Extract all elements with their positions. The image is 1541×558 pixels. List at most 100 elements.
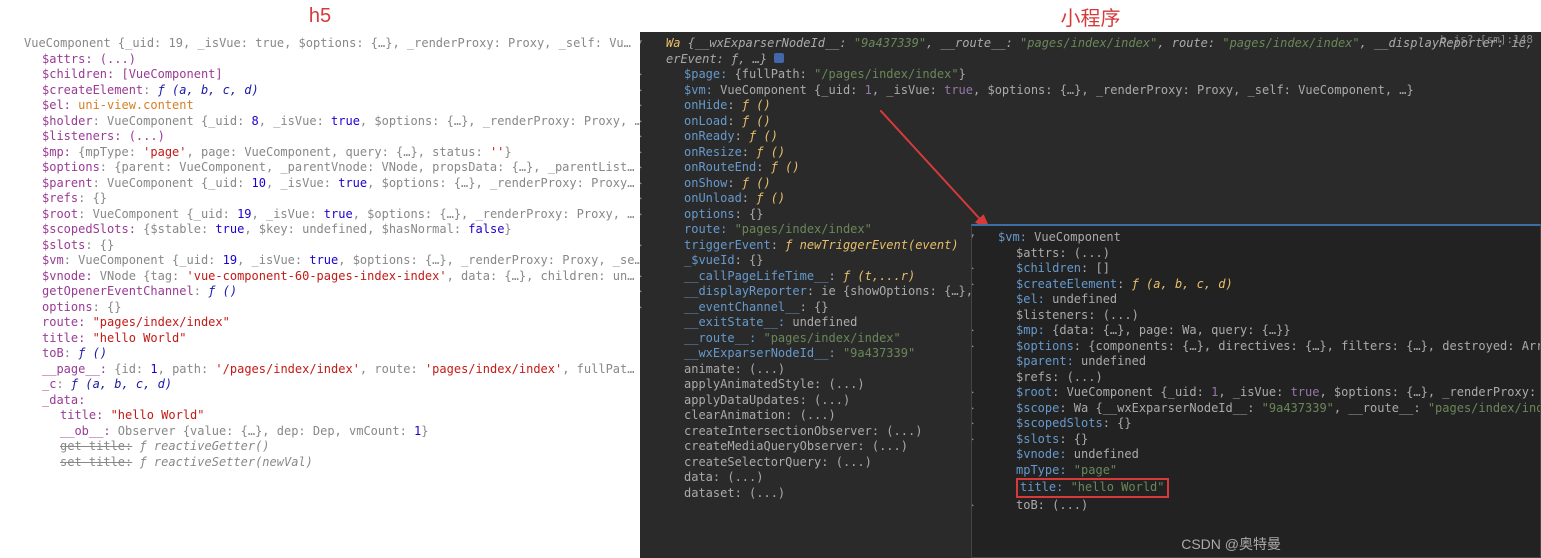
chevron-right-icon[interactable] bbox=[640, 269, 642, 285]
chevron-down-icon[interactable] bbox=[640, 36, 642, 52]
row-options2[interactable]: options: {} bbox=[6, 300, 634, 316]
chevron-right-icon[interactable] bbox=[640, 300, 642, 316]
s-scope[interactable]: $scope: Wa {__wxExparserNodeId__: "9a437… bbox=[980, 401, 1532, 417]
chevron-right-icon[interactable] bbox=[971, 432, 974, 448]
row-data-title[interactable]: title: "hello World" bbox=[6, 408, 634, 424]
row-slots[interactable]: $slots: {} bbox=[6, 238, 634, 254]
chevron-right-icon[interactable] bbox=[640, 160, 642, 176]
s-attrs-label: $attrs: (...) bbox=[1016, 246, 1110, 260]
s-mptype[interactable]: mpType: "page" bbox=[980, 463, 1532, 479]
row-options[interactable]: $options: {parent: VueComponent, _parent… bbox=[6, 160, 634, 176]
row-opener[interactable]: getOpenerEventChannel: ƒ () bbox=[6, 284, 634, 300]
row-tob[interactable]: toB: ƒ () bbox=[6, 346, 634, 362]
data-title-label: title: bbox=[60, 408, 103, 422]
chevron-right-icon[interactable] bbox=[971, 498, 974, 514]
title-label: title: bbox=[42, 331, 85, 345]
s-title-val: "hello World" bbox=[1063, 480, 1164, 494]
chevron-right-icon[interactable] bbox=[640, 129, 642, 145]
row-holder[interactable]: $holder: VueComponent {_uid: 8, _isVue: … bbox=[6, 114, 634, 130]
row-data[interactable]: _data: bbox=[6, 393, 634, 409]
row-c[interactable]: _c: ƒ (a, b, c, d) bbox=[6, 377, 634, 393]
chevron-right-icon[interactable] bbox=[971, 323, 974, 339]
row-title[interactable]: title: "hello World" bbox=[6, 331, 634, 347]
s-parent[interactable]: $parent: undefined bbox=[980, 354, 1532, 370]
row-create[interactable]: $createElement: ƒ (a, b, c, d) bbox=[6, 83, 634, 99]
s-mp[interactable]: $mp: {data: {…}, page: Wa, query: {…}} bbox=[980, 323, 1532, 339]
s-vnode-label: $vnode: bbox=[1016, 447, 1067, 461]
r-vm[interactable]: $vm: VueComponent {_uid: 1, _isVue: true… bbox=[648, 83, 1533, 99]
r-onload[interactable]: onLoad: ƒ () bbox=[648, 114, 1533, 130]
row-page[interactable]: __page__: {id: 1, path: '/pages/index/in… bbox=[6, 362, 634, 378]
chevron-right-icon[interactable] bbox=[640, 145, 642, 161]
s-create[interactable]: $createElement: ƒ (a, b, c, d) bbox=[980, 277, 1532, 293]
r-onunload[interactable]: onUnload: ƒ () bbox=[648, 191, 1533, 207]
s-el-label: $el: bbox=[1016, 292, 1045, 306]
r-dataset-label: dataset: (...) bbox=[684, 486, 785, 500]
chevron-right-icon[interactable] bbox=[971, 385, 974, 401]
s-children[interactable]: $children: [] bbox=[980, 261, 1532, 277]
r-wxnode-val: "9a437339" bbox=[836, 346, 915, 360]
s-mptype-label: mpType: bbox=[1016, 463, 1067, 477]
s-root[interactable]: $vm: VueComponent bbox=[980, 230, 1532, 246]
chevron-right-icon[interactable] bbox=[971, 416, 974, 432]
r-page[interactable]: $page: {fullPath: "/pages/index/index"} bbox=[648, 67, 1533, 83]
r-root[interactable]: Wa {__wxExparserNodeId__: "9a437339", __… bbox=[648, 36, 1533, 52]
row-set-title[interactable]: set title: ƒ reactiveSetter(newVal) bbox=[6, 455, 634, 471]
row-attrs[interactable]: $attrs: (...) bbox=[6, 52, 634, 68]
s-title[interactable]: title: "hello World" bbox=[980, 478, 1532, 498]
s-vnode[interactable]: $vnode: undefined bbox=[980, 447, 1532, 463]
chevron-right-icon[interactable] bbox=[640, 284, 642, 300]
s-refs-label: $refs: (...) bbox=[1016, 370, 1103, 384]
chevron-right-icon[interactable] bbox=[640, 191, 642, 207]
s-slots[interactable]: $slots: {} bbox=[980, 432, 1532, 448]
row-el[interactable]: $el: uni-view.content bbox=[6, 98, 634, 114]
r-onhide[interactable]: onHide: ƒ () bbox=[648, 98, 1533, 114]
info-icon[interactable] bbox=[774, 53, 784, 63]
chevron-right-icon[interactable] bbox=[640, 176, 642, 192]
s-scoped[interactable]: $scopedSlots: {} bbox=[980, 416, 1532, 432]
row-vnode[interactable]: $vnode: VNode {tag: 'vue-component-60-pa… bbox=[6, 269, 634, 285]
r-onshow[interactable]: onShow: ƒ () bbox=[648, 176, 1533, 192]
row-parent[interactable]: $parent: VueComponent {_uid: 10, _isVue:… bbox=[6, 176, 634, 192]
chevron-right-icon[interactable] bbox=[640, 114, 642, 130]
chevron-right-icon[interactable] bbox=[640, 98, 642, 114]
chevron-right-icon[interactable] bbox=[640, 238, 642, 254]
row-root[interactable]: $root: VueComponent {_uid: 19, _isVue: t… bbox=[6, 207, 634, 223]
devtools-miniprogram-panel[interactable]: b.js? [sm]:148 Wa {__wxExparserNodeId__:… bbox=[640, 32, 1541, 558]
s-el[interactable]: $el: undefined bbox=[980, 292, 1532, 308]
s-parent-val: undefined bbox=[1074, 354, 1146, 368]
row-ob[interactable]: __ob__: Observer {value: {…}, dep: Dep, … bbox=[6, 424, 634, 440]
obj-root[interactable]: VueComponent {_uid: 19, _isVue: true, $o… bbox=[6, 36, 634, 52]
s-refs[interactable]: $refs: (...) bbox=[980, 370, 1532, 386]
chevron-down-icon[interactable] bbox=[971, 230, 974, 246]
chevron-right-icon[interactable] bbox=[640, 67, 642, 83]
vnode-label: $vnode: bbox=[42, 269, 93, 283]
s-tob[interactable]: toB: (...) bbox=[980, 498, 1532, 514]
row-route[interactable]: route: "pages/index/index" bbox=[6, 315, 634, 331]
s-root2[interactable]: $root: VueComponent {_uid: 1, _isVue: tr… bbox=[980, 385, 1532, 401]
chevron-right-icon[interactable] bbox=[971, 401, 974, 417]
row-listeners[interactable]: $listeners: (...) bbox=[6, 129, 634, 145]
r-root2[interactable]: erEvent: ƒ, …} bbox=[648, 52, 1533, 68]
chevron-right-icon[interactable] bbox=[971, 277, 974, 293]
chevron-right-icon[interactable] bbox=[971, 339, 974, 355]
r-onroute[interactable]: onRouteEnd: ƒ () bbox=[648, 160, 1533, 176]
chevron-right-icon[interactable] bbox=[640, 83, 642, 99]
row-vm[interactable]: $vm: VueComponent {_uid: 19, _isVue: tru… bbox=[6, 253, 634, 269]
r-options[interactable]: options: {} bbox=[648, 207, 1533, 223]
chevron-right-icon[interactable] bbox=[971, 261, 974, 277]
r-onready[interactable]: onReady: ƒ () bbox=[648, 129, 1533, 145]
s-listeners[interactable]: $listeners: (...) bbox=[980, 308, 1532, 324]
row-refs[interactable]: $refs: {} bbox=[6, 191, 634, 207]
s-options[interactable]: $options: {components: {…}, directives: … bbox=[980, 339, 1532, 355]
row-get-title[interactable]: get title: ƒ reactiveGetter() bbox=[6, 439, 634, 455]
r-route-label: route: bbox=[684, 222, 727, 236]
chevron-right-icon[interactable] bbox=[640, 207, 642, 223]
devtools-h5-panel[interactable]: VueComponent {_uid: 19, _isVue: true, $o… bbox=[0, 32, 640, 558]
s-attrs[interactable]: $attrs: (...) bbox=[980, 246, 1532, 262]
r-onresize[interactable]: onResize: ƒ () bbox=[648, 145, 1533, 161]
subpanel-vm[interactable]: $vm: VueComponent $attrs: (...) $childre… bbox=[971, 224, 1541, 558]
row-children[interactable]: $children: [VueComponent] bbox=[6, 67, 634, 83]
row-scoped[interactable]: $scopedSlots: {$stable: true, $key: unde… bbox=[6, 222, 634, 238]
row-mp[interactable]: $mp: {mpType: 'page', page: VueComponent… bbox=[6, 145, 634, 161]
